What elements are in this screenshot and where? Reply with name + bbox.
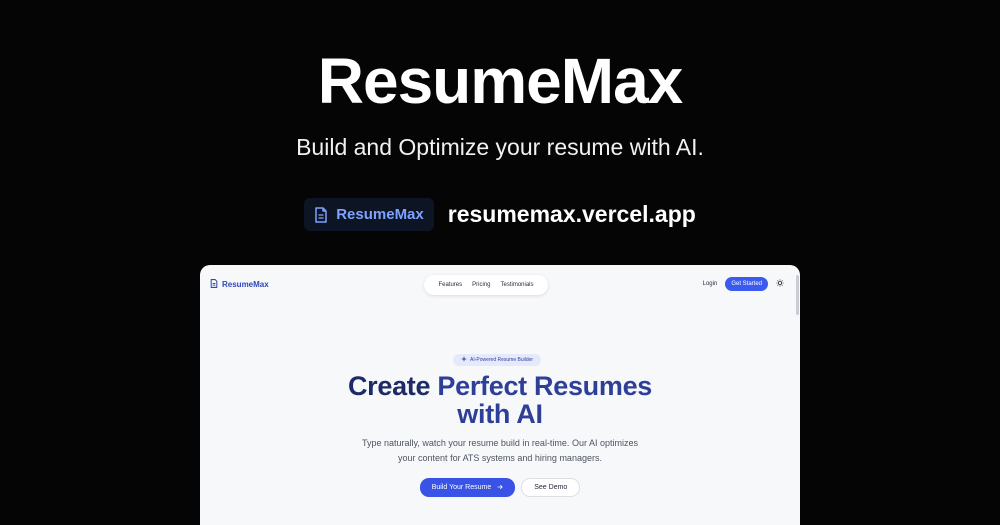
hero-title: ResumeMax [317, 45, 684, 117]
brand-row: ResumeMax resumemax.vercel.app [0, 198, 1000, 231]
preview-description: Type naturally, watch your resume build … [200, 436, 800, 466]
ai-badge: AI-Powered Resume Builder [453, 354, 542, 366]
ai-badge-label: AI-Powered Resume Builder [470, 357, 534, 363]
headline-line2: with AI [457, 399, 543, 429]
build-resume-label: Build Your Resume [431, 484, 492, 491]
page: ResumeMax Build and Optimize your resume… [0, 0, 1000, 525]
preview-cta-buttons: Build Your Resume See Demo [200, 478, 800, 497]
preview-headline: Create Perfect Resumes with AI [200, 372, 800, 428]
build-resume-button[interactable]: Build Your Resume [419, 478, 516, 497]
brand-chip-label: ResumeMax [336, 206, 424, 223]
login-link[interactable]: Login [703, 281, 718, 287]
see-demo-button[interactable]: See Demo [521, 478, 581, 497]
arrow-right-icon [497, 484, 503, 492]
nav-link-testimonials[interactable]: Testimonials [501, 282, 534, 288]
nav-link-pricing[interactable]: Pricing [472, 282, 490, 288]
sparkle-icon [461, 356, 467, 364]
preview-navbar: ResumeMax Features Pricing Testimonials … [200, 265, 800, 305]
preview-nav-actions: Login Get Started [703, 277, 784, 291]
sun-icon[interactable] [776, 279, 784, 289]
website-preview: ResumeMax Features Pricing Testimonials … [200, 265, 800, 525]
brand-url[interactable]: resumemax.vercel.app [448, 201, 696, 228]
nav-link-features[interactable]: Features [438, 282, 462, 288]
headline-part-create: Create [347, 371, 438, 401]
description-line1: Type naturally, watch your resume build … [362, 438, 638, 448]
preview-logo[interactable]: ResumeMax [210, 279, 269, 290]
get-started-button[interactable]: Get Started [725, 277, 768, 291]
brand-chip: ResumeMax [304, 198, 434, 231]
document-icon [314, 206, 328, 223]
document-icon [210, 279, 218, 290]
headline-part-accent: Perfect Resumes [437, 371, 653, 401]
hero-subtitle: Build and Optimize your resume with AI. [296, 134, 704, 160]
description-line2: your content for ATS systems and hiring … [398, 453, 602, 463]
preview-nav-links: Features Pricing Testimonials [424, 275, 548, 295]
preview-logo-label: ResumeMax [222, 280, 269, 289]
